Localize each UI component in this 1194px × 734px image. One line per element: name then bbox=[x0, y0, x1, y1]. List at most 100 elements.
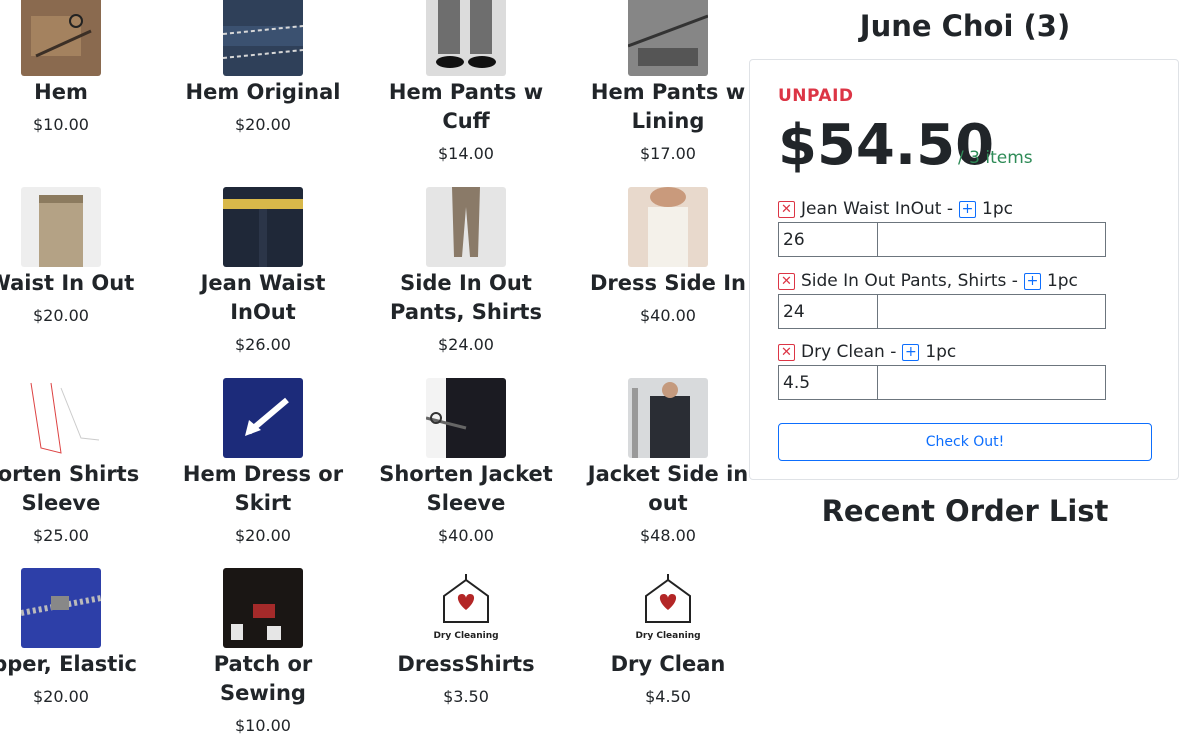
note-input[interactable] bbox=[878, 294, 1106, 329]
product-name: Hem bbox=[34, 80, 88, 104]
product-card-hem[interactable]: Hem $10.00 bbox=[0, 0, 166, 135]
patch-photo-icon bbox=[223, 568, 303, 648]
product-name: Cuff bbox=[442, 109, 490, 133]
product-name: Pants, Shirts bbox=[390, 300, 542, 324]
product-card-waist-in-out[interactable]: Waist In Out $20.00 bbox=[0, 187, 166, 326]
product-price: $20.00 bbox=[235, 115, 291, 134]
product-price: $14.00 bbox=[438, 144, 494, 163]
note-input[interactable] bbox=[878, 222, 1106, 257]
product-card-hem-pants-w-cuff[interactable]: Hem Pants w Cuff $14.00 bbox=[361, 0, 571, 164]
product-name: ipper, Elastic bbox=[0, 652, 137, 676]
product-card-jacket-side-in-out[interactable]: Jacket Side in out $48.00 bbox=[563, 378, 750, 546]
product-name: Shorten Jacket bbox=[379, 462, 553, 486]
product-card-hem-original[interactable]: Hem Original $20.00 bbox=[158, 0, 368, 135]
product-name: Hem Pants w bbox=[590, 80, 746, 104]
product-name: out bbox=[648, 491, 688, 515]
add-icon[interactable]: + bbox=[959, 200, 977, 218]
product-name: Hem Original bbox=[185, 80, 341, 104]
product-card-zipper-elastic[interactable]: ipper, Elastic $20.00 bbox=[0, 568, 166, 707]
product-card-jean-waist-inout[interactable]: Jean Waist InOut $26.00 bbox=[158, 187, 368, 355]
remove-icon[interactable]: ✕ bbox=[778, 272, 795, 290]
product-name: Jacket Side in bbox=[587, 462, 749, 486]
product-card-hem-dress-or-skirt[interactable]: Hem Dress or Skirt $20.00 bbox=[158, 378, 368, 546]
note-input[interactable] bbox=[878, 365, 1106, 400]
checkout-button[interactable]: Check Out! bbox=[778, 423, 1152, 461]
order-line: ✕ Jean Waist InOut - + 1pc bbox=[778, 198, 1118, 257]
product-price: $25.00 bbox=[33, 526, 89, 545]
product-price: $40.00 bbox=[438, 526, 494, 545]
jacket-side-photo-icon bbox=[628, 378, 708, 458]
shirt-sleeve-sketch-icon bbox=[21, 378, 101, 458]
order-total: $54.50 bbox=[778, 113, 995, 178]
customer-title: June Choi (3) bbox=[859, 9, 1071, 43]
product-name: Patch or bbox=[213, 652, 313, 676]
product-price: $48.00 bbox=[640, 526, 696, 545]
product-card-side-in-out-pants-shirts[interactable]: Side In Out Pants, Shirts $24.00 bbox=[361, 187, 571, 355]
line-item-qty: 1pc bbox=[925, 342, 957, 362]
dress-side-photo-icon bbox=[628, 187, 708, 267]
line-item-name: Dry Clean - bbox=[801, 342, 897, 362]
product-card-dry-clean[interactable]: Dry Cleaning Dry Clean $4.50 bbox=[563, 568, 750, 707]
items-count: / 3 items bbox=[958, 148, 1033, 168]
line-item-name: Side In Out Pants, Shirts - bbox=[801, 271, 1018, 291]
product-price: $40.00 bbox=[640, 306, 696, 325]
product-price: $20.00 bbox=[33, 687, 89, 706]
pants-side-photo-icon bbox=[426, 187, 506, 267]
payment-status: UNPAID bbox=[778, 86, 854, 106]
product-name: Jean Waist bbox=[200, 271, 326, 295]
order-line: ✕ Dry Clean - + 1pc bbox=[778, 341, 1118, 400]
add-icon[interactable]: + bbox=[1023, 272, 1041, 290]
product-price: $3.50 bbox=[443, 687, 489, 706]
product-price: $4.50 bbox=[645, 687, 691, 706]
product-card-dressshirts[interactable]: Dry Cleaning DressShirts $3.50 bbox=[361, 568, 571, 707]
product-card-shorten-shirts-sleeve[interactable]: horten Shirts Sleeve $25.00 bbox=[0, 378, 166, 546]
dress-hem-photo-icon bbox=[223, 378, 303, 458]
product-price: $20.00 bbox=[33, 306, 89, 325]
product-name: horten Shirts bbox=[0, 462, 140, 486]
hem-photo-icon bbox=[21, 0, 101, 76]
line-item-name: Jean Waist InOut - bbox=[801, 199, 954, 219]
product-name: Dry Clean bbox=[610, 652, 726, 676]
product-name: InOut bbox=[230, 300, 296, 324]
product-card-dress-side-in[interactable]: Dress Side In $40.00 bbox=[563, 187, 750, 326]
price-input[interactable] bbox=[778, 294, 878, 329]
product-price: $10.00 bbox=[235, 716, 291, 734]
product-name: Side In Out bbox=[400, 271, 532, 295]
product-card-shorten-jacket-sleeve[interactable]: Shorten Jacket Sleeve $40.00 bbox=[361, 378, 571, 546]
price-input[interactable] bbox=[778, 365, 878, 400]
jean-waist-photo-icon bbox=[223, 187, 303, 267]
pants-lining-photo-icon bbox=[628, 0, 708, 76]
dry-cleaning-logo-icon: Dry Cleaning bbox=[628, 568, 708, 648]
recent-order-list-title: Recent Order List bbox=[821, 494, 1109, 528]
product-name: Sewing bbox=[220, 681, 306, 705]
product-name: DressShirts bbox=[397, 652, 535, 676]
order-line: ✕ Side In Out Pants, Shirts - + 1pc bbox=[778, 270, 1118, 329]
price-input[interactable] bbox=[778, 222, 878, 257]
pants-cuff-photo-icon bbox=[426, 0, 506, 76]
product-price: $10.00 bbox=[33, 115, 89, 134]
remove-icon[interactable]: ✕ bbox=[778, 343, 795, 361]
product-card-patch-or-sewing[interactable]: Patch or Sewing $10.00 bbox=[158, 568, 368, 734]
product-price: $24.00 bbox=[438, 335, 494, 354]
remove-icon[interactable]: ✕ bbox=[778, 200, 795, 218]
product-name: Sleeve bbox=[21, 491, 101, 515]
svg-text:Dry Cleaning: Dry Cleaning bbox=[635, 631, 700, 641]
order-card: UNPAID $54.50 / 3 items ✕ Jean Waist InO… bbox=[749, 59, 1179, 480]
waist-in-out-photo-icon bbox=[21, 187, 101, 267]
product-name: Sleeve bbox=[426, 491, 506, 515]
product-name: Skirt bbox=[234, 491, 292, 515]
add-icon[interactable]: + bbox=[902, 343, 920, 361]
product-name: Hem Pants w bbox=[388, 80, 544, 104]
zipper-photo-icon bbox=[21, 568, 101, 648]
product-name: Hem Dress or bbox=[182, 462, 344, 486]
product-name: Waist In Out bbox=[0, 271, 135, 295]
line-item-qty: 1pc bbox=[982, 199, 1013, 219]
svg-text:Dry Cleaning: Dry Cleaning bbox=[433, 631, 498, 641]
jean-hem-photo-icon bbox=[223, 0, 303, 76]
product-grid: Hem $10.00 Waist In Out $20.00 horten Sh… bbox=[0, 0, 750, 734]
jacket-sleeve-photo-icon bbox=[426, 378, 506, 458]
product-card-hem-pants-w-lining[interactable]: Hem Pants w Lining $17.00 bbox=[563, 0, 750, 164]
line-item-qty: 1pc bbox=[1046, 271, 1078, 291]
product-price: $20.00 bbox=[235, 526, 291, 545]
product-name: Dress Side In bbox=[589, 271, 746, 295]
